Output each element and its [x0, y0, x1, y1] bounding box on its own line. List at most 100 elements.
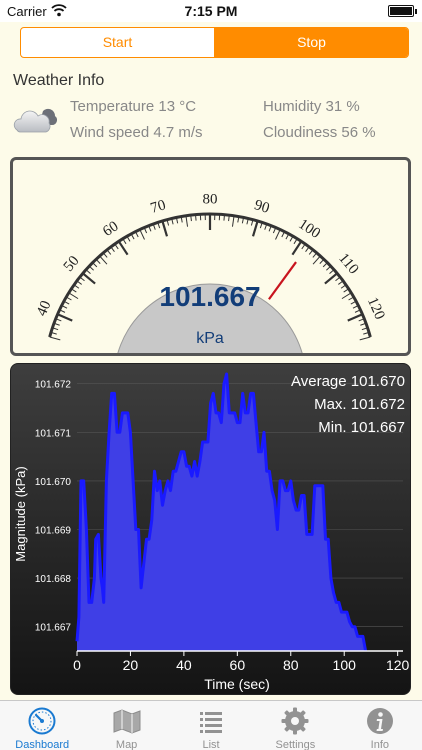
chart-min: Min. 101.667 [318, 419, 405, 436]
gauge-tick [79, 276, 85, 282]
x-axis-label: Time (sec) [204, 676, 270, 692]
gauge-tick [341, 292, 352, 300]
temperature-text: Temperature 13 °C [70, 98, 197, 115]
gauge-scale-label: 80 [203, 191, 218, 207]
gauge-scale-label: 90 [252, 197, 271, 217]
map-icon [113, 709, 141, 734]
x-axis-ticks: 0 20 40 60 80 100 120 [73, 651, 410, 673]
gauge-tick [308, 249, 314, 255]
gauge-tick [139, 229, 145, 240]
gauge-tick [326, 265, 332, 271]
battery-icon [388, 5, 417, 17]
gauge-tick [335, 276, 341, 282]
tab-list[interactable]: List [169, 701, 253, 750]
pressure-gauge: 40506070 80 90100110120 101.667 kPa [34, 191, 388, 353]
start-button[interactable]: Start [21, 28, 214, 57]
gauge-scale-label: 40 [34, 298, 55, 318]
tab-label: Dashboard [15, 739, 70, 750]
x-tick-label: 20 [123, 657, 139, 673]
gauge-tick [99, 255, 108, 265]
y-tick-label: 101.669 [35, 526, 72, 537]
y-tick-label: 101.671 [35, 428, 72, 439]
gauge-tick [102, 252, 108, 258]
cloud-icon [13, 108, 57, 133]
gauge-tick [106, 249, 112, 255]
gauge-tick [312, 252, 318, 258]
gauge-tick [301, 243, 306, 250]
gauge-needle [268, 261, 297, 300]
gauge-tick [343, 288, 349, 293]
gauge-tick [110, 246, 115, 252]
info-icon [366, 708, 393, 734]
tab-label: Map [115, 739, 138, 750]
gauge-tick [73, 284, 80, 289]
gauge-tick [82, 272, 96, 285]
status-bar: Carrier 7:15 PM [0, 0, 422, 22]
tab-info[interactable]: Info [338, 701, 422, 750]
gauge-tick [95, 258, 101, 264]
gauge-tick [88, 265, 94, 271]
gauge-tick [251, 220, 259, 237]
x-tick-label: 120 [386, 657, 410, 673]
y-axis-ticks: 101.667 101.668 101.669 101.670 101.671 101.6… [35, 380, 72, 634]
humidity-text: Humidity 31 % [263, 98, 360, 115]
x-tick-label: 100 [333, 657, 357, 673]
gauge-tick [329, 269, 335, 275]
pressure-gauge-panel: 40 50 60 70 80 90 100 110 120 101.667 kPa [10, 157, 411, 356]
tab-label: List [202, 739, 220, 750]
tab-label: Info [370, 739, 389, 750]
gauge-tick [190, 215, 192, 222]
status-time: 7:15 PM [184, 3, 238, 19]
y-tick-label: 101.670 [35, 477, 72, 488]
pressure-chart-panel: 101.667 101.668 101.669 101.670 101.671 101.6… [10, 363, 411, 695]
gauge-tick [340, 284, 347, 289]
gauge-tick [228, 215, 230, 222]
gauge-tick [338, 280, 344, 285]
gauge-tick [324, 272, 338, 285]
gauge-tick [319, 258, 325, 264]
x-tick-label: 80 [283, 657, 299, 673]
wind-speed-text: Wind speed 4.7 m/s [70, 124, 203, 141]
gauge-tick [231, 215, 235, 227]
gauge-unit: kPa [196, 330, 224, 347]
gauge-tick [195, 214, 197, 221]
gauge-tick [322, 262, 328, 268]
tab-settings[interactable]: Settings [253, 701, 337, 750]
gauge-tick [114, 243, 119, 250]
tab-label: Settings [275, 739, 316, 750]
pressure-chart: 101.667 101.668 101.669 101.670 101.671 101.6… [13, 372, 410, 692]
gauge-tick [68, 292, 79, 300]
tab-dashboard[interactable]: Dashboard [0, 701, 84, 750]
gauge-scale-label: 120 [364, 295, 388, 322]
gauge-scale-label: 60 [100, 218, 121, 240]
gauge-tick [92, 262, 98, 268]
tab-bar: Dashboard Map List Settings Info [0, 700, 422, 750]
y-tick-label: 101.667 [35, 623, 72, 634]
y-axis-label: Magnitude (kPa) [13, 466, 28, 561]
gauge-tick [347, 313, 363, 322]
weather-info-title: Weather Info [13, 72, 105, 89]
chart-max: Max. 101.672 [314, 396, 405, 413]
cloudiness-text: Cloudiness 56 % [263, 124, 376, 141]
gauge-tick [185, 215, 189, 227]
gauge-tick [57, 313, 73, 322]
gauge-scale-label: 100 [295, 216, 323, 242]
gauge-tick [76, 280, 82, 285]
stop-button[interactable]: Stop [214, 28, 408, 57]
gauge-tick [85, 269, 91, 275]
tab-map[interactable]: Map [84, 701, 168, 750]
gauge-scale-label: 50 [61, 253, 83, 275]
gauge-tick [305, 246, 310, 252]
x-tick-label: 60 [230, 657, 246, 673]
gauge-tick [275, 229, 281, 240]
gauge-value: 101.667 [159, 281, 260, 312]
x-tick-label: 0 [73, 657, 81, 673]
y-tick-label: 101.668 [35, 574, 72, 585]
gear-icon [281, 707, 309, 735]
chart-average: Average 101.670 [291, 373, 405, 390]
gauge-tick [49, 336, 61, 341]
x-tick-label: 40 [176, 657, 192, 673]
gauge-tick [71, 288, 77, 293]
gauge-tick [359, 336, 371, 341]
gauge-tick [161, 220, 169, 237]
